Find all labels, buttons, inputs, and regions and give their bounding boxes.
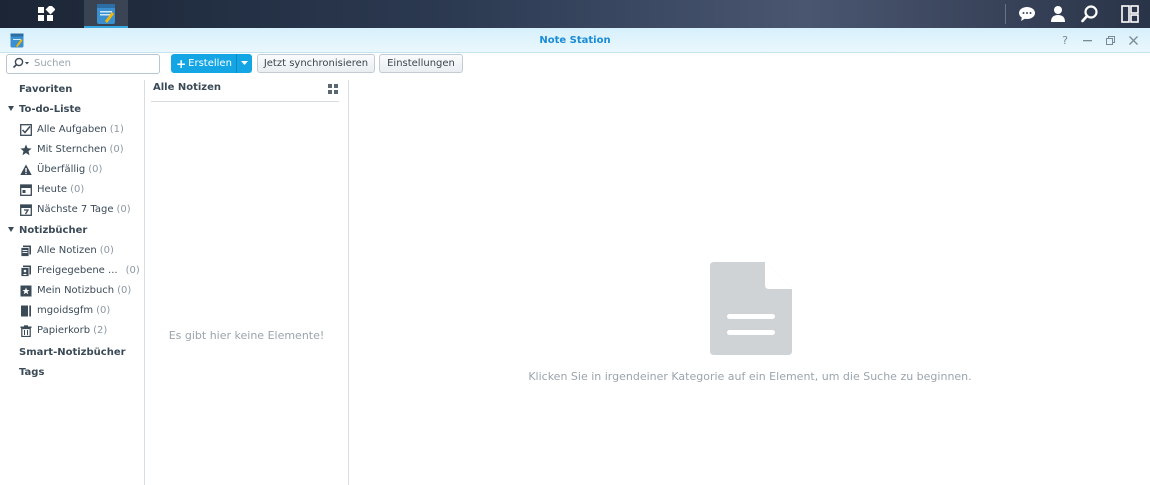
grid-view-icon[interactable] bbox=[328, 84, 338, 94]
settings-button[interactable]: Einstellungen bbox=[379, 54, 463, 73]
window-titlebar[interactable]: Note Station ? bbox=[0, 28, 1150, 53]
settings-label: Einstellungen bbox=[387, 58, 455, 69]
sidebar-item-label: mgoidsgfm bbox=[37, 305, 94, 316]
sidebar-item-count: (0) bbox=[109, 144, 124, 155]
sync-now-button[interactable]: Jetzt synchronisieren bbox=[257, 54, 375, 73]
sidebar-item-favorites[interactable]: Favoriten bbox=[19, 82, 72, 98]
sidebar-item-starred[interactable]: Mit Sternchen (0) bbox=[20, 142, 124, 158]
calendar-today-icon bbox=[20, 184, 32, 196]
notebooks-header-label: Notizbücher bbox=[19, 225, 88, 236]
sidebar-item-shared[interactable]: Freigegebene ... (0) bbox=[20, 263, 140, 279]
sidebar-group-notebooks[interactable]: Notizbücher bbox=[8, 223, 87, 239]
sidebar-item-count: (0) bbox=[88, 164, 103, 175]
todo-header-label: To-do-Liste bbox=[19, 104, 82, 115]
sync-now-label: Jetzt synchronisieren bbox=[263, 58, 369, 69]
main-menu-icon[interactable] bbox=[18, 0, 74, 28]
search-input[interactable] bbox=[34, 56, 152, 71]
sidebar-item-label: Alle Notizen bbox=[37, 245, 97, 256]
sidebar-item-count: (1) bbox=[109, 124, 124, 135]
sidebar-item-count: (2) bbox=[93, 325, 108, 336]
sidebar-item-count: (0) bbox=[116, 204, 131, 215]
empty-list-message: Es gibt hier keine Elemente! bbox=[168, 329, 325, 342]
sidebar-item-all-notes[interactable]: Alle Notizen (0) bbox=[20, 243, 114, 259]
user-icon[interactable] bbox=[1043, 0, 1073, 28]
note-station-taskbar-icon[interactable] bbox=[84, 0, 128, 28]
search-dropdown-icon[interactable] bbox=[12, 57, 30, 72]
sidebar-item-smart-notebooks[interactable]: Smart-Notizbücher bbox=[19, 345, 126, 361]
sidebar-item-next-7-days[interactable]: Nächste 7 Tage (0) bbox=[20, 202, 131, 218]
notelist-title: Alle Notizen bbox=[153, 82, 222, 93]
sidebar-item-label: Papierkorb bbox=[37, 325, 91, 336]
restore-icon[interactable] bbox=[1103, 33, 1117, 47]
sidebar-divider[interactable] bbox=[144, 80, 145, 485]
warning-icon bbox=[20, 164, 32, 176]
sidebar-item-trash[interactable]: Papierkorb (2) bbox=[20, 323, 107, 339]
minimize-icon[interactable] bbox=[1080, 33, 1094, 47]
collapse-arrow-icon bbox=[8, 227, 14, 232]
calendar-week-icon bbox=[20, 204, 32, 216]
help-icon[interactable]: ? bbox=[1058, 33, 1072, 47]
create-button-label: Erstellen bbox=[188, 58, 232, 69]
create-button-group[interactable]: + Erstellen bbox=[171, 54, 252, 73]
chevron-down-icon bbox=[241, 61, 248, 65]
checkbox-icon bbox=[20, 124, 32, 136]
notebook-star-icon bbox=[20, 285, 32, 297]
sidebar-item-today[interactable]: Heute (0) bbox=[20, 182, 84, 198]
chat-icon[interactable] bbox=[1012, 0, 1042, 28]
sidebar-item-label: Heute bbox=[37, 184, 68, 195]
document-placeholder-icon bbox=[710, 262, 792, 358]
sidebar: Favoriten To-do-Liste Alle Aufgaben (1) … bbox=[0, 80, 144, 485]
shared-notes-icon bbox=[20, 265, 32, 277]
trash-icon bbox=[20, 325, 32, 337]
sidebar-item-count: (0) bbox=[117, 285, 132, 296]
sidebar-item-label: Überfällig bbox=[37, 164, 86, 175]
sidebar-item-count: (0) bbox=[99, 245, 114, 256]
sidebar-item-label: Freigegebene ... bbox=[37, 265, 118, 276]
plus-icon: + bbox=[176, 56, 187, 71]
notes-stack-icon bbox=[20, 245, 32, 257]
search-icon[interactable] bbox=[1075, 0, 1105, 28]
widgets-icon[interactable] bbox=[1115, 0, 1145, 28]
search-box[interactable] bbox=[6, 54, 160, 74]
notelist-header-divider bbox=[151, 101, 339, 102]
sidebar-item-tags[interactable]: Tags bbox=[19, 365, 44, 381]
sidebar-item-label: Nächste 7 Tage bbox=[37, 204, 114, 215]
sidebar-item-count: (0) bbox=[125, 265, 140, 276]
create-dropdown-button[interactable] bbox=[236, 54, 252, 73]
sidebar-item-overdue[interactable]: Überfällig (0) bbox=[20, 162, 102, 178]
create-button[interactable]: + Erstellen bbox=[171, 54, 237, 73]
dsm-taskbar bbox=[0, 0, 1150, 28]
sidebar-item-count: (0) bbox=[96, 305, 111, 316]
notelist-divider[interactable] bbox=[348, 80, 349, 485]
sidebar-item-count: (0) bbox=[70, 184, 85, 195]
notebook-icon bbox=[20, 305, 32, 317]
sidebar-item-my-notebook[interactable]: Mein Notizbuch (0) bbox=[20, 283, 131, 299]
sidebar-item-mgoidsgfm[interactable]: mgoidsgfm (0) bbox=[20, 303, 110, 319]
taskbar-separator bbox=[1005, 4, 1006, 24]
sidebar-item-all-tasks[interactable]: Alle Aufgaben (1) bbox=[20, 122, 124, 138]
star-icon bbox=[20, 144, 32, 156]
sidebar-item-label: Alle Aufgaben bbox=[37, 124, 107, 135]
sidebar-item-label: Mit Sternchen bbox=[37, 144, 107, 155]
close-icon[interactable] bbox=[1126, 33, 1140, 47]
sidebar-group-todo[interactable]: To-do-Liste bbox=[8, 102, 81, 118]
main-hint-message: Klicken Sie in irgendeiner Kategorie auf… bbox=[528, 370, 972, 383]
sidebar-item-label: Mein Notizbuch bbox=[37, 285, 115, 296]
collapse-arrow-icon bbox=[8, 106, 14, 111]
window-title: Note Station bbox=[539, 35, 611, 46]
